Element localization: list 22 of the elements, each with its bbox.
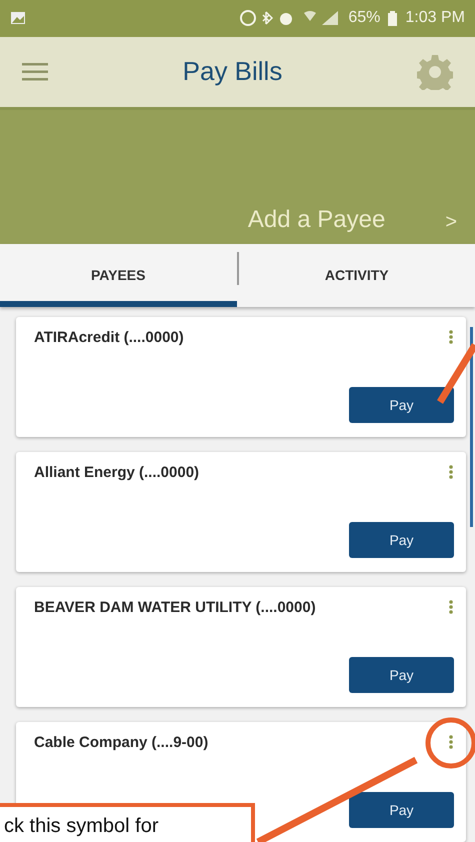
- pay-button[interactable]: Pay: [349, 522, 454, 558]
- tab[interactable]: PAYEES: [0, 244, 236, 307]
- tab[interactable]: ACTIVITY: [238, 244, 475, 307]
- image-icon: [10, 11, 26, 26]
- settings-icon[interactable]: [417, 54, 453, 90]
- page-title: Pay Bills: [182, 56, 284, 88]
- payee-name: ATIRAcredit (....0000): [34, 329, 184, 346]
- callout-text: ck this symbol for: [0, 803, 255, 842]
- payee-name: Cable Company (....9-00): [34, 734, 208, 751]
- more-icon[interactable]: [448, 464, 454, 480]
- more-icon[interactable]: [448, 329, 454, 345]
- battery-icon: [388, 10, 398, 26]
- more-icon[interactable]: [448, 734, 454, 750]
- pay-button[interactable]: Pay: [349, 387, 454, 423]
- payee-name: BEAVER DAM WATER UTILITY (....0000): [34, 599, 316, 616]
- pay-button[interactable]: Pay: [349, 792, 454, 828]
- more-icon[interactable]: [448, 599, 454, 615]
- menu-icon[interactable]: [22, 62, 48, 81]
- battery-percent: 65%: [348, 9, 380, 28]
- clock-time: 1:03 PM: [405, 9, 465, 28]
- payee-name: Alliant Energy (....0000): [34, 464, 200, 481]
- pay-button[interactable]: Pay: [349, 657, 454, 693]
